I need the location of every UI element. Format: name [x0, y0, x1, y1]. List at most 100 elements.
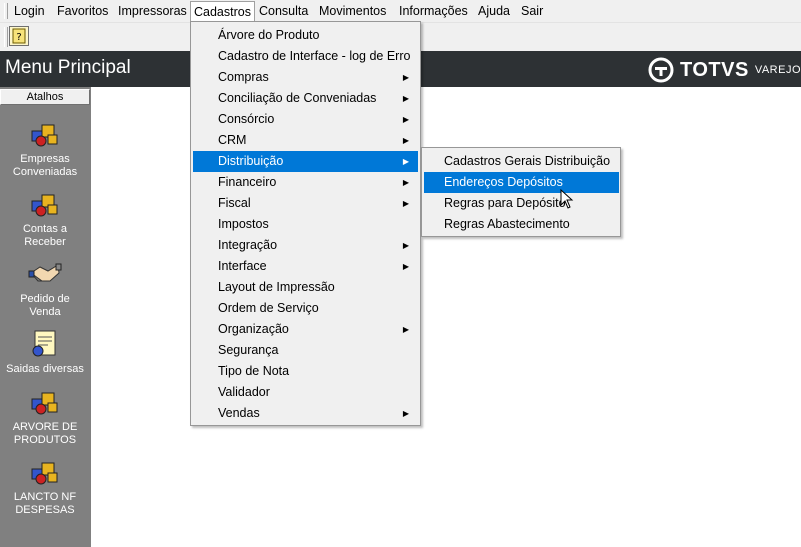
shortcut-label-2: PRODUTOS	[13, 434, 77, 446]
menu-consulta[interactable]: Consulta	[256, 2, 311, 20]
shortcut-label-1: LANCTO NF	[13, 491, 77, 503]
menu-item-label: Validador	[218, 385, 270, 399]
handshake-icon	[28, 263, 62, 282]
menu-item-vendas[interactable]: Vendas ▶	[193, 403, 418, 424]
menu-item-label: Financeiro	[218, 175, 277, 189]
submenu-arrow-icon: ▶	[402, 262, 409, 271]
svg-text:?: ?	[16, 32, 21, 43]
menu-item-integracao[interactable]: Integração ▶	[193, 235, 418, 256]
menu-item-layout-impressao[interactable]: Layout de Impressão	[193, 277, 418, 298]
menu-item-arvore-produto[interactable]: Árvore do Produto	[193, 25, 418, 46]
menu-item-label: Compras	[218, 70, 269, 84]
menu-item-label: Segurança	[218, 343, 279, 357]
glossary-icon: ?	[12, 28, 26, 44]
menu-login[interactable]: Login	[11, 2, 48, 20]
menu-item-label: Integração	[218, 238, 278, 252]
shortcut-pedido-venda[interactable]: Pedido de Venda	[0, 259, 90, 319]
menu-item-label: Ordem de Serviço	[218, 301, 319, 315]
shortcut-arvore-produtos[interactable]: ARVORE DE PRODUTOS	[0, 387, 90, 447]
document-icon	[32, 330, 56, 357]
submenu-arrow-icon: ▶	[402, 199, 409, 208]
submenu-item-label: Endereços Depósitos	[444, 175, 563, 189]
shortcut-label-1: ARVORE DE	[12, 421, 78, 433]
menu-item-tipo-nota[interactable]: Tipo de Nota	[193, 361, 418, 382]
shortcut-label-2: Venda	[29, 306, 61, 318]
logo-sub: VAREJO	[754, 64, 801, 76]
menu-favoritos[interactable]: Favoritos	[54, 2, 111, 20]
menu-item-validador[interactable]: Validador	[193, 382, 418, 403]
menu-item-organizacao[interactable]: Organização ▶	[193, 319, 418, 340]
submenu-item-enderecos-depositos[interactable]: Endereços Depósitos	[424, 172, 619, 193]
menu-item-label: Consórcio	[218, 112, 275, 126]
menu-item-label: Vendas	[218, 406, 260, 420]
shortcut-lancto-nf-despesas[interactable]: LANCTO NF DESPESAS	[0, 457, 90, 517]
mouse-cursor-icon	[560, 189, 574, 209]
shortcut-contas-receber[interactable]: Contas a Receber	[0, 189, 90, 249]
submenu-arrow-icon: ▶	[402, 136, 409, 145]
menu-item-label: Conciliação de Conveniadas	[218, 91, 377, 105]
submenu-item-regras-abastecimento[interactable]: Regras Abastecimento	[424, 214, 619, 235]
submenu-item-cadastros-gerais[interactable]: Cadastros Gerais Distribuição	[424, 151, 619, 172]
menu-ajuda[interactable]: Ajuda	[475, 2, 513, 20]
cadastros-dropdown: Árvore do Produto Cadastro de Interface …	[190, 21, 421, 426]
submenu-item-label: Regras para Depósito	[444, 196, 566, 210]
blocks-icon	[31, 194, 58, 217]
submenu-item-regras-deposito[interactable]: Regras para Depósito	[424, 193, 619, 214]
page-title: Menu Principal	[5, 57, 131, 78]
menu-item-label: Impostos	[218, 217, 269, 231]
menu-sair[interactable]: Sair	[518, 2, 546, 20]
menu-bar: Login Favoritos Impressoras Cadastros Co…	[0, 0, 801, 23]
submenu-arrow-icon: ▶	[402, 94, 409, 103]
shortcut-empresas-conveniadas[interactable]: Empresas Conveniadas	[0, 119, 90, 179]
menu-item-ordem-servico[interactable]: Ordem de Serviço	[193, 298, 418, 319]
menu-item-cadastro-interface[interactable]: Cadastro de Interface - log de Erro	[193, 46, 418, 67]
totvs-logo-icon	[648, 57, 674, 83]
menu-item-financeiro[interactable]: Financeiro ▶	[193, 172, 418, 193]
atalhos-tab[interactable]: Atalhos	[0, 89, 90, 105]
shortcut-label-1: Pedido de	[20, 293, 70, 305]
menu-item-label: Distribuição	[218, 154, 284, 168]
menu-item-label: Fiscal	[218, 196, 251, 210]
submenu-arrow-icon: ▶	[402, 115, 409, 124]
totvs-logo: TOTVS VAREJO	[648, 57, 801, 83]
menu-cadastros[interactable]: Cadastros	[190, 1, 255, 22]
menu-item-impostos[interactable]: Impostos	[193, 214, 418, 235]
menu-item-crm[interactable]: CRM ▶	[193, 130, 418, 151]
blocks-icon	[31, 124, 58, 147]
submenu-arrow-icon: ▶	[402, 73, 409, 82]
logo-brand: TOTVS	[680, 58, 749, 81]
blocks-icon	[31, 462, 58, 485]
shortcuts-sidebar: Atalhos Empresas Conveniadas Contas a Re…	[0, 87, 91, 547]
submenu-item-label: Regras Abastecimento	[444, 217, 570, 231]
blocks-icon	[31, 392, 58, 415]
submenu-item-label: Cadastros Gerais Distribuição	[444, 154, 611, 168]
menu-item-label: Layout de Impressão	[218, 280, 335, 294]
menu-item-label: Organização	[218, 322, 289, 336]
shortcut-label-2: Receber	[24, 236, 66, 248]
menu-movimentos[interactable]: Movimentos	[316, 2, 389, 20]
submenu-arrow-icon: ▶	[402, 241, 409, 250]
menubar-grip[interactable]	[4, 3, 8, 19]
menu-item-interface[interactable]: Interface ▶	[193, 256, 418, 277]
menu-item-compras[interactable]: Compras ▶	[193, 67, 418, 88]
shortcut-saidas-diversas[interactable]: Saidas diversas	[0, 329, 90, 376]
submenu-arrow-icon: ▶	[402, 325, 409, 334]
menu-item-fiscal[interactable]: Fiscal ▶	[193, 193, 418, 214]
menu-impressoras[interactable]: Impressoras	[115, 2, 190, 20]
distribuicao-submenu: Cadastros Gerais Distribuição Endereços …	[421, 147, 621, 237]
menu-item-consorcio[interactable]: Consórcio ▶	[193, 109, 418, 130]
submenu-arrow-icon: ▶	[402, 178, 409, 187]
toolbar-grip[interactable]	[4, 27, 8, 47]
shortcut-label-1: Contas a	[22, 223, 68, 235]
menu-item-label: Cadastro de Interface - log de Erro	[218, 49, 411, 63]
glossary-button[interactable]: ?	[9, 26, 29, 46]
menu-item-label: Árvore do Produto	[218, 28, 320, 42]
menu-item-distribuicao[interactable]: Distribuição ▶	[193, 151, 418, 172]
menu-item-seguranca[interactable]: Segurança	[193, 340, 418, 361]
shortcut-label-1: Empresas	[20, 153, 70, 165]
menu-item-conciliacao[interactable]: Conciliação de Conveniadas ▶	[193, 88, 418, 109]
shortcut-label-1: Saidas diversas	[6, 363, 84, 375]
menu-informacoes[interactable]: Informações	[396, 2, 471, 20]
shortcut-label-2: DESPESAS	[15, 504, 75, 516]
menu-item-label: Interface	[218, 259, 267, 273]
